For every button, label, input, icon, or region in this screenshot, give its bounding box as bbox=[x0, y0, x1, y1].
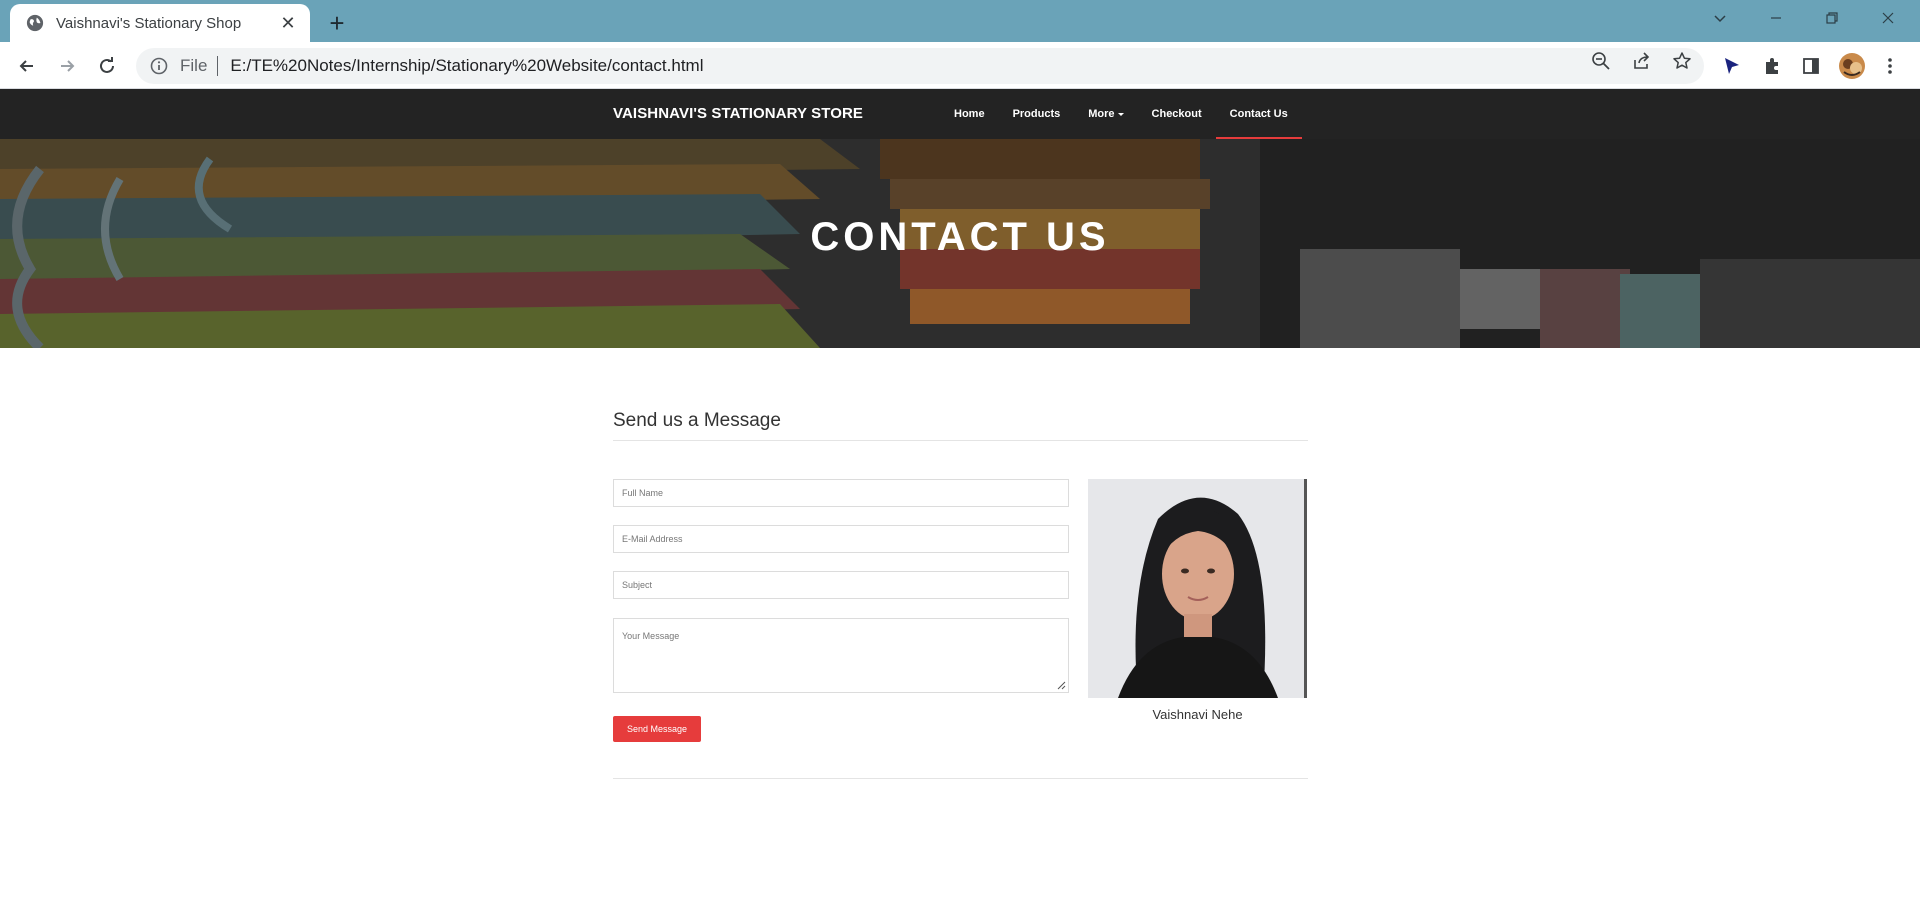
address-bar[interactable]: File E:/TE%20Notes/Internship/Stationary… bbox=[136, 48, 1704, 84]
browser-tab-strip: Vaishnavi's Stationary Shop ✕ + bbox=[0, 0, 1920, 42]
message-placeholder: Your Message bbox=[622, 631, 680, 641]
nav-products[interactable]: Products bbox=[999, 89, 1075, 139]
tab-title: Vaishnavi's Stationary Shop bbox=[56, 14, 242, 32]
nav-contact-us-label: Contact Us bbox=[1229, 108, 1288, 120]
section-title: Send us a Message bbox=[613, 410, 781, 431]
footer-divider bbox=[613, 778, 1308, 779]
nav-home[interactable]: Home bbox=[940, 89, 999, 139]
subject-placeholder: Subject bbox=[622, 580, 653, 590]
subject-input[interactable]: Subject bbox=[613, 571, 1069, 599]
profile-photo bbox=[1088, 479, 1307, 698]
caret-down-icon bbox=[1117, 112, 1124, 116]
url-separator bbox=[217, 56, 219, 76]
cursor-extension-icon[interactable] bbox=[1720, 54, 1744, 78]
globe-icon bbox=[26, 14, 44, 32]
nav-contact-us[interactable]: Contact Us bbox=[1215, 89, 1302, 139]
nav-products-label: Products bbox=[1012, 108, 1061, 120]
full-name-input[interactable]: Full Name bbox=[613, 479, 1069, 507]
close-window-icon[interactable] bbox=[1860, 0, 1916, 36]
hero-title: CONTACT US bbox=[810, 215, 1110, 259]
send-message-button[interactable]: Send Message bbox=[613, 716, 701, 742]
site-navbar: VAISHNAVI'S STATIONARY STORE Home Produc… bbox=[0, 89, 1920, 139]
share-icon[interactable] bbox=[1631, 50, 1653, 72]
url-text[interactable]: E:/TE%20Notes/Internship/Stationary%20We… bbox=[230, 56, 703, 76]
nav-checkout-label: Checkout bbox=[1151, 108, 1202, 120]
reload-icon[interactable] bbox=[93, 52, 121, 80]
close-tab-icon[interactable]: ✕ bbox=[278, 13, 298, 33]
nav-more-label: More bbox=[1088, 108, 1115, 120]
nav-more-dropdown[interactable]: More bbox=[1074, 89, 1137, 139]
back-icon[interactable] bbox=[13, 52, 41, 80]
section-divider bbox=[613, 440, 1308, 441]
person-portrait-image bbox=[1088, 479, 1307, 698]
bookmark-star-icon[interactable] bbox=[1671, 50, 1693, 72]
side-panel-icon[interactable] bbox=[1799, 54, 1823, 78]
message-textarea[interactable]: Your Message bbox=[613, 618, 1069, 693]
nav-home-label: Home bbox=[954, 108, 985, 120]
more-menu-icon[interactable] bbox=[1878, 54, 1902, 78]
resize-handle-icon[interactable] bbox=[1056, 680, 1066, 690]
browser-tab[interactable]: Vaishnavi's Stationary Shop ✕ bbox=[10, 4, 310, 42]
forward-icon[interactable] bbox=[53, 52, 81, 80]
minimize-icon[interactable] bbox=[1748, 0, 1804, 36]
nav-checkout[interactable]: Checkout bbox=[1138, 89, 1216, 139]
email-placeholder: E-Mail Address bbox=[622, 534, 683, 544]
email-input[interactable]: E-Mail Address bbox=[613, 525, 1069, 553]
new-tab-button[interactable]: + bbox=[322, 8, 352, 38]
person-name: Vaishnavi Nehe bbox=[1152, 707, 1243, 722]
nav-links: Home Products More Checkout Contact Us bbox=[940, 89, 1302, 139]
hero-banner: CONTACT US bbox=[0, 139, 1920, 348]
zoom-icon[interactable] bbox=[1590, 50, 1612, 72]
info-icon[interactable] bbox=[150, 57, 168, 75]
browser-toolbar: File E:/TE%20Notes/Internship/Stationary… bbox=[0, 42, 1920, 89]
restore-icon[interactable] bbox=[1804, 0, 1860, 36]
full-name-placeholder: Full Name bbox=[622, 488, 664, 498]
tab-search-icon[interactable] bbox=[1692, 0, 1748, 36]
site-brand[interactable]: VAISHNAVI'S STATIONARY STORE bbox=[613, 105, 863, 122]
url-scheme-label: File bbox=[180, 56, 208, 75]
extensions-puzzle-icon[interactable] bbox=[1760, 54, 1784, 78]
profile-avatar[interactable] bbox=[1838, 52, 1866, 80]
